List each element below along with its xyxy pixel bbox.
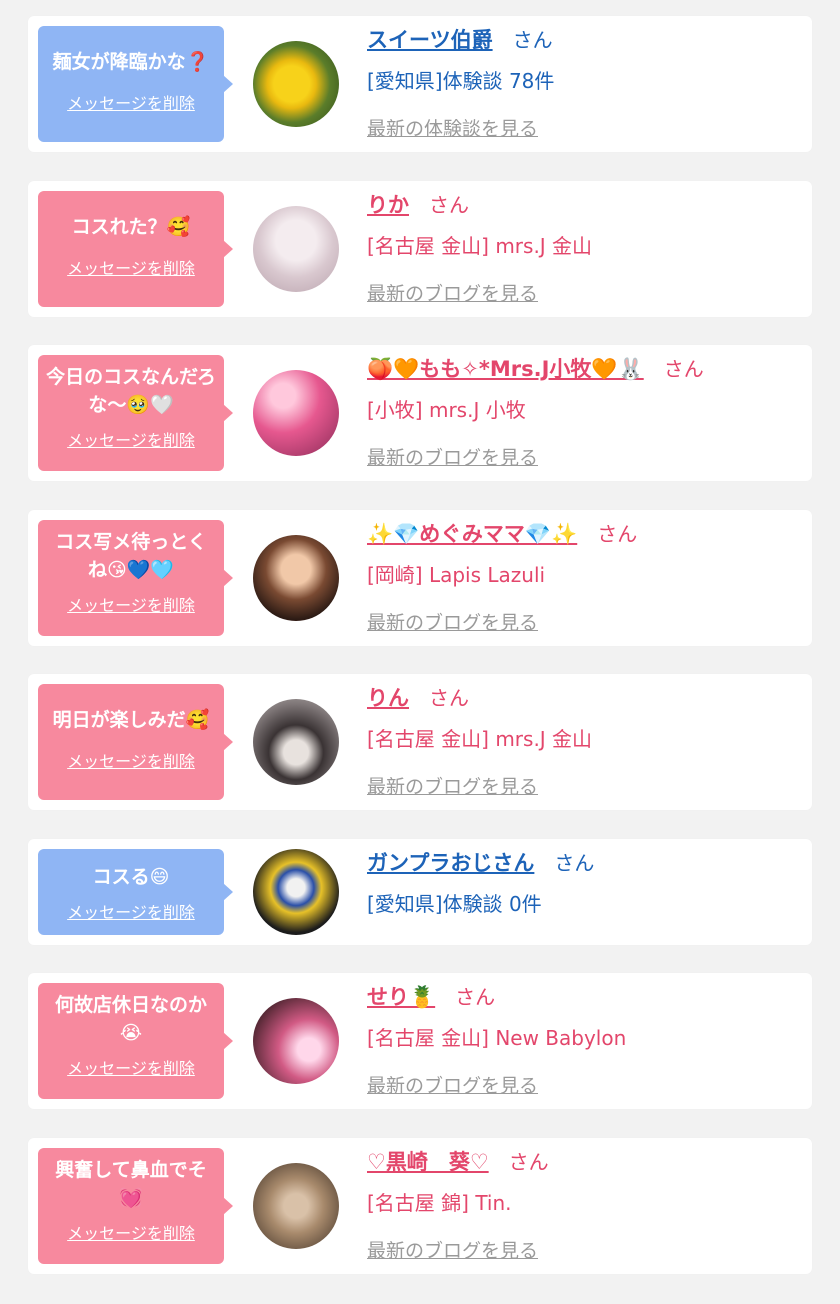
user-name-link[interactable]: りん [367, 686, 409, 710]
user-name-link[interactable]: ♡黒崎 葵♡ [367, 1150, 489, 1174]
message-bubble: コスれた？🥰 メッセージを削除 [38, 191, 233, 307]
user-info: [名古屋 金山] mrs.J 金山 [367, 727, 593, 751]
message-bubble: コスる😄 メッセージを削除 [38, 849, 233, 935]
message-card: 何故店休日なのか😭 メッセージを削除 せり🍍 さん [名古屋 金山] New Ba… [28, 973, 812, 1109]
message-bubble: 麺女が降臨かな❓ メッセージを削除 [38, 26, 233, 142]
honorific: さん [663, 357, 704, 381]
honorific: さん [597, 522, 638, 546]
delete-message-link[interactable]: メッセージを削除 [67, 427, 195, 451]
message-bubble: 今日のコスなんだろな〜🥹🤍 メッセージを削除 [38, 355, 233, 471]
latest-blog-link[interactable]: 最新のブログを見る [367, 608, 538, 635]
message-bubble: 明日が楽しみだ🥰 メッセージを削除 [38, 684, 233, 800]
message-text: 明日が楽しみだ🥰 [52, 709, 210, 731]
message-text: 今日のコスなんだろな〜🥹🤍 [46, 366, 216, 416]
latest-blog-link[interactable]: 最新のブログを見る [367, 1071, 538, 1098]
user-name-link[interactable]: ガンプラおじさん [367, 851, 534, 875]
message-card: 興奮して鼻血でそ💓 メッセージを削除 ♡黒崎 葵♡ さん [名古屋 錦] Tin.… [28, 1138, 812, 1274]
honorific: さん [429, 686, 469, 710]
message-text: コスれた？🥰 [71, 216, 191, 238]
user-info: [名古屋 金山] New Babylon [367, 1026, 627, 1050]
user-name-link[interactable]: せり🍍 [367, 985, 435, 1009]
user-info: [名古屋 錦] Tin. [367, 1191, 512, 1215]
avatar[interactable] [253, 41, 339, 127]
message-card: コスれた？🥰 メッセージを削除 りか さん [名古屋 金山] mrs.J 金山 最… [28, 181, 812, 317]
honorific: さん [429, 193, 469, 217]
latest-blog-link[interactable]: 最新のブログを見る [367, 772, 538, 799]
user-name-link[interactable]: 🍑🧡もも✧*Mrs.J小牧🧡🐰 [367, 357, 644, 381]
avatar[interactable] [253, 998, 339, 1084]
honorific: さん [512, 28, 553, 52]
message-text: 何故店休日なのか😭 [54, 994, 207, 1044]
message-bubble: コス写メ待っとくね😘💙🩵 メッセージを削除 [38, 520, 233, 636]
message-text: 麺女が降臨かな❓ [52, 51, 210, 73]
avatar[interactable] [253, 1163, 339, 1249]
user-info: [岡崎] Lapis Lazuli [367, 563, 546, 587]
user-info: [小牧] mrs.J 小牧 [367, 398, 526, 422]
message-card: 明日が楽しみだ🥰 メッセージを削除 りん さん [名古屋 金山] mrs.J 金山… [28, 674, 812, 810]
message-text: 興奮して鼻血でそ💓 [55, 1159, 207, 1209]
message-bubble: 何故店休日なのか😭 メッセージを削除 [38, 983, 233, 1099]
delete-message-link[interactable]: メッセージを削除 [67, 899, 195, 923]
latest-blog-link[interactable]: 最新のブログを見る [367, 443, 538, 470]
message-text: コス写メ待っとくね😘💙🩵 [55, 531, 207, 581]
delete-message-link[interactable]: メッセージを削除 [67, 255, 195, 279]
delete-message-link[interactable]: メッセージを削除 [67, 592, 195, 616]
message-card: 麺女が降臨かな❓ メッセージを削除 スイーツ伯爵 さん [愛知県]体験談 78件 … [28, 16, 812, 152]
honorific: さん [554, 851, 595, 875]
user-info: [名古屋 金山] mrs.J 金山 [367, 234, 593, 258]
message-card: 今日のコスなんだろな〜🥹🤍 メッセージを削除 🍑🧡もも✧*Mrs.J小牧🧡🐰 さん… [28, 345, 812, 481]
message-card: コスる😄 メッセージを削除 ガンプラおじさん さん [愛知県]体験談 0件 [28, 839, 812, 945]
avatar[interactable] [253, 699, 339, 785]
avatar[interactable] [253, 849, 339, 935]
honorific: さん [455, 985, 496, 1009]
message-text: コスる😄 [92, 866, 170, 888]
avatar[interactable] [253, 535, 339, 621]
user-name-link[interactable]: りか [367, 193, 409, 217]
delete-message-link[interactable]: メッセージを削除 [67, 1055, 195, 1079]
latest-blog-link[interactable]: 最新のブログを見る [367, 279, 538, 306]
delete-message-link[interactable]: メッセージを削除 [67, 748, 195, 772]
latest-review-link[interactable]: 最新の体験談を見る [367, 114, 538, 141]
user-name-link[interactable]: ✨💎めぐみママ💎✨ [367, 522, 577, 546]
message-bubble: 興奮して鼻血でそ💓 メッセージを削除 [38, 1148, 233, 1264]
user-name-link[interactable]: スイーツ伯爵 [367, 28, 493, 52]
delete-message-link[interactable]: メッセージを削除 [67, 1220, 195, 1244]
honorific: さん [508, 1150, 549, 1174]
delete-message-link[interactable]: メッセージを削除 [67, 90, 195, 114]
user-info: [愛知県]体験談 0件 [367, 892, 542, 916]
avatar[interactable] [253, 370, 339, 456]
latest-blog-link[interactable]: 最新のブログを見る [367, 1236, 538, 1263]
user-info: [愛知県]体験談 78件 [367, 69, 555, 93]
message-card: コス写メ待っとくね😘💙🩵 メッセージを削除 ✨💎めぐみママ💎✨ さん [岡崎] L… [28, 510, 812, 646]
avatar[interactable] [253, 206, 339, 292]
